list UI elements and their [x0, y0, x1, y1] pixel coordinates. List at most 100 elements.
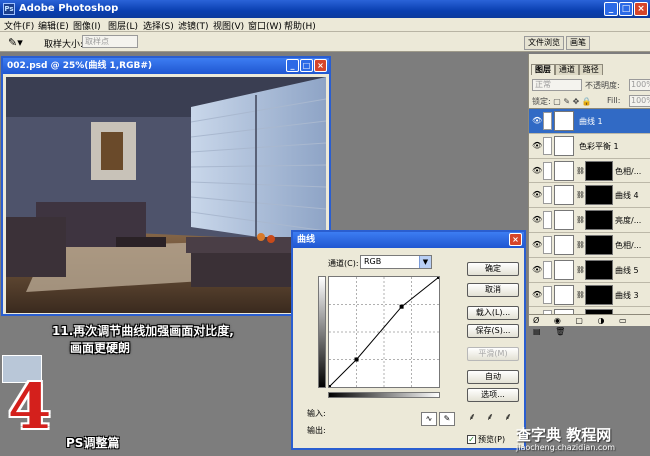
tab-paths[interactable]: 路径: [578, 64, 603, 75]
input-gradient-bar: [328, 392, 440, 398]
curve-control-point[interactable]: [354, 357, 359, 362]
photoshop-logo-icon: Ps: [3, 3, 15, 15]
layer-name: 色相/...: [615, 240, 642, 250]
visibility-eye-icon[interactable]: 👁: [532, 240, 542, 249]
curves-title-bar[interactable]: 曲线 ×: [293, 232, 524, 248]
curve-control-point[interactable]: [399, 304, 404, 309]
document-title-bar[interactable]: 002.psd @ 25%(曲线 1,RGB#) _ □ ×: [3, 58, 329, 74]
layer-row[interactable]: 👁 ⛓ 色相/...: [529, 158, 650, 184]
menu-select[interactable]: 选择(S): [143, 19, 174, 32]
layer-mask-thumbnail[interactable]: [585, 259, 613, 280]
layer-mask-thumbnail[interactable]: [585, 284, 613, 305]
menu-image[interactable]: 图像(I): [73, 19, 101, 32]
layer-mask-thumbnail[interactable]: [585, 185, 613, 206]
menu-bar: 文件(F) 编辑(E) 图像(I) 图层(L) 选择(S) 滤镜(T) 视图(V…: [0, 18, 650, 32]
link-toggle[interactable]: [543, 211, 552, 230]
curve-control-point[interactable]: [327, 385, 331, 389]
link-toggle[interactable]: [543, 285, 552, 304]
opacity-input[interactable]: 100%: [629, 79, 650, 91]
layers-palette: 图层 通道 路径 正常 不透明度: 100% 锁定: ▢ ✎ ✥ 🔒 Fill:…: [528, 54, 650, 336]
menu-window[interactable]: 窗口(W): [248, 19, 282, 32]
eyedropper-tool-icon[interactable]: ✎▾: [8, 36, 23, 49]
link-toggle[interactable]: [543, 186, 552, 205]
preview-checkbox[interactable]: ✓ 预览(P): [467, 434, 505, 445]
channel-select[interactable]: RGB ▼: [360, 255, 432, 269]
auto-button[interactable]: 自动: [467, 370, 519, 384]
layers-bottom-toolbar[interactable]: Ø ◉ ▢ ◑ ▭ ▤ 🗑: [529, 314, 650, 336]
layer-mask-thumbnail[interactable]: [585, 210, 613, 231]
chain-icon: ⛓: [576, 216, 585, 225]
menu-help[interactable]: 帮助(H): [284, 19, 316, 32]
app-title: Adobe Photoshop: [19, 3, 119, 14]
layer-name: 曲线 5: [615, 265, 639, 275]
watermark: 查字典 教程网: [516, 426, 612, 444]
black-eyedropper-icon[interactable]: ⸙: [465, 411, 479, 425]
pencil-draw-tool[interactable]: ✎: [439, 412, 455, 426]
curve-control-point[interactable]: [437, 275, 441, 279]
curves-close-button[interactable]: ×: [509, 233, 522, 246]
menu-filter[interactable]: 滤镜(T): [178, 19, 209, 32]
minimize-button[interactable]: _: [604, 2, 618, 16]
menu-file[interactable]: 文件(F): [4, 19, 34, 32]
curve-graph[interactable]: [327, 275, 441, 389]
link-toggle[interactable]: [543, 161, 552, 180]
menu-view[interactable]: 视图(V): [213, 19, 244, 32]
save-button[interactable]: 保存(S)...: [467, 324, 519, 338]
link-toggle[interactable]: [543, 260, 552, 279]
visibility-eye-icon[interactable]: 👁: [532, 141, 542, 150]
link-toggle[interactable]: [543, 112, 552, 130]
visibility-eye-icon[interactable]: 👁: [532, 166, 542, 175]
tab-file-browser[interactable]: 文件浏览: [524, 36, 564, 50]
document-title: 002.psd @ 25%(曲线 1,RGB#): [7, 61, 153, 71]
gray-eyedropper-icon[interactable]: ⸙: [483, 411, 497, 425]
layer-row[interactable]: 👁 曲线 1: [529, 109, 650, 134]
opacity-label: 不透明度:: [585, 81, 620, 90]
tab-layers[interactable]: 图层: [531, 64, 555, 75]
white-eyedropper-icon[interactable]: ⸙: [501, 411, 515, 425]
doc-minimize-button[interactable]: _: [286, 59, 299, 72]
visibility-eye-icon[interactable]: 👁: [532, 215, 542, 224]
link-toggle[interactable]: [543, 136, 552, 155]
close-button[interactable]: ×: [634, 2, 648, 16]
layer-row[interactable]: 👁 色彩平衡 1: [529, 133, 650, 159]
menu-layer[interactable]: 图层(L): [108, 19, 138, 32]
layer-row[interactable]: 👁 ⛓ 曲线 3: [529, 282, 650, 308]
layer-name: 色彩平衡 1: [579, 141, 619, 151]
visibility-eye-icon[interactable]: 👁: [532, 290, 542, 299]
smooth-button[interactable]: 平滑(M): [467, 347, 519, 361]
cancel-button[interactable]: 取消: [467, 283, 519, 297]
layer-row[interactable]: 👁 ⛓ 色相/...: [529, 232, 650, 258]
layer-row[interactable]: 👁 ⛓ 曲线 4: [529, 183, 650, 209]
visibility-eye-icon[interactable]: 👁: [532, 265, 542, 274]
options-button[interactable]: 选项...: [467, 388, 519, 402]
output-label: 输出:: [307, 426, 326, 435]
ok-button[interactable]: 确定: [467, 262, 519, 276]
layer-row[interactable]: 👁 ⛓ 曲线 5: [529, 257, 650, 283]
menu-edit[interactable]: 编辑(E): [38, 19, 69, 32]
layer-mask-thumbnail[interactable]: [585, 160, 613, 181]
layers-palette-tabs: 图层 通道 路径: [531, 64, 603, 76]
visibility-eye-icon[interactable]: 👁: [532, 116, 542, 125]
preview-label: 预览(P): [478, 435, 506, 444]
doc-close-button[interactable]: ×: [314, 59, 327, 72]
layer-row[interactable]: 👁⛓亮度/...: [529, 307, 650, 314]
chevron-down-icon: ▼: [419, 256, 431, 268]
visibility-eye-icon[interactable]: 👁: [532, 190, 542, 199]
curve-draw-tool[interactable]: ∿: [421, 412, 437, 426]
tab-channels[interactable]: 通道: [554, 64, 579, 75]
channel-value: RGB: [364, 257, 382, 266]
load-button[interactable]: 载入(L)...: [467, 306, 519, 320]
blend-mode-select[interactable]: 正常: [532, 79, 582, 91]
tab-brushes[interactable]: 画笔: [566, 36, 590, 50]
fill-input[interactable]: 100%: [629, 95, 650, 107]
sample-size-select[interactable]: 取样点: [82, 35, 138, 48]
curves-dialog: 曲线 × 通道(C): RGB ▼ 输入: 输出: ∿ ✎ ⸙ ⸙ ⸙ 确定 取…: [291, 230, 526, 450]
layer-name: 亮度/...: [615, 216, 642, 226]
doc-maximize-button[interactable]: □: [300, 59, 313, 72]
layer-row[interactable]: 👁 ⛓ 亮度/...: [529, 208, 650, 233]
maximize-button[interactable]: □: [619, 2, 633, 16]
adjustment-thumbnail-icon: [554, 135, 574, 156]
caption-line-1: 11.再次调节曲线加强画面对比度,: [52, 324, 234, 338]
link-toggle[interactable]: [543, 235, 552, 254]
layer-mask-thumbnail[interactable]: [585, 234, 613, 255]
